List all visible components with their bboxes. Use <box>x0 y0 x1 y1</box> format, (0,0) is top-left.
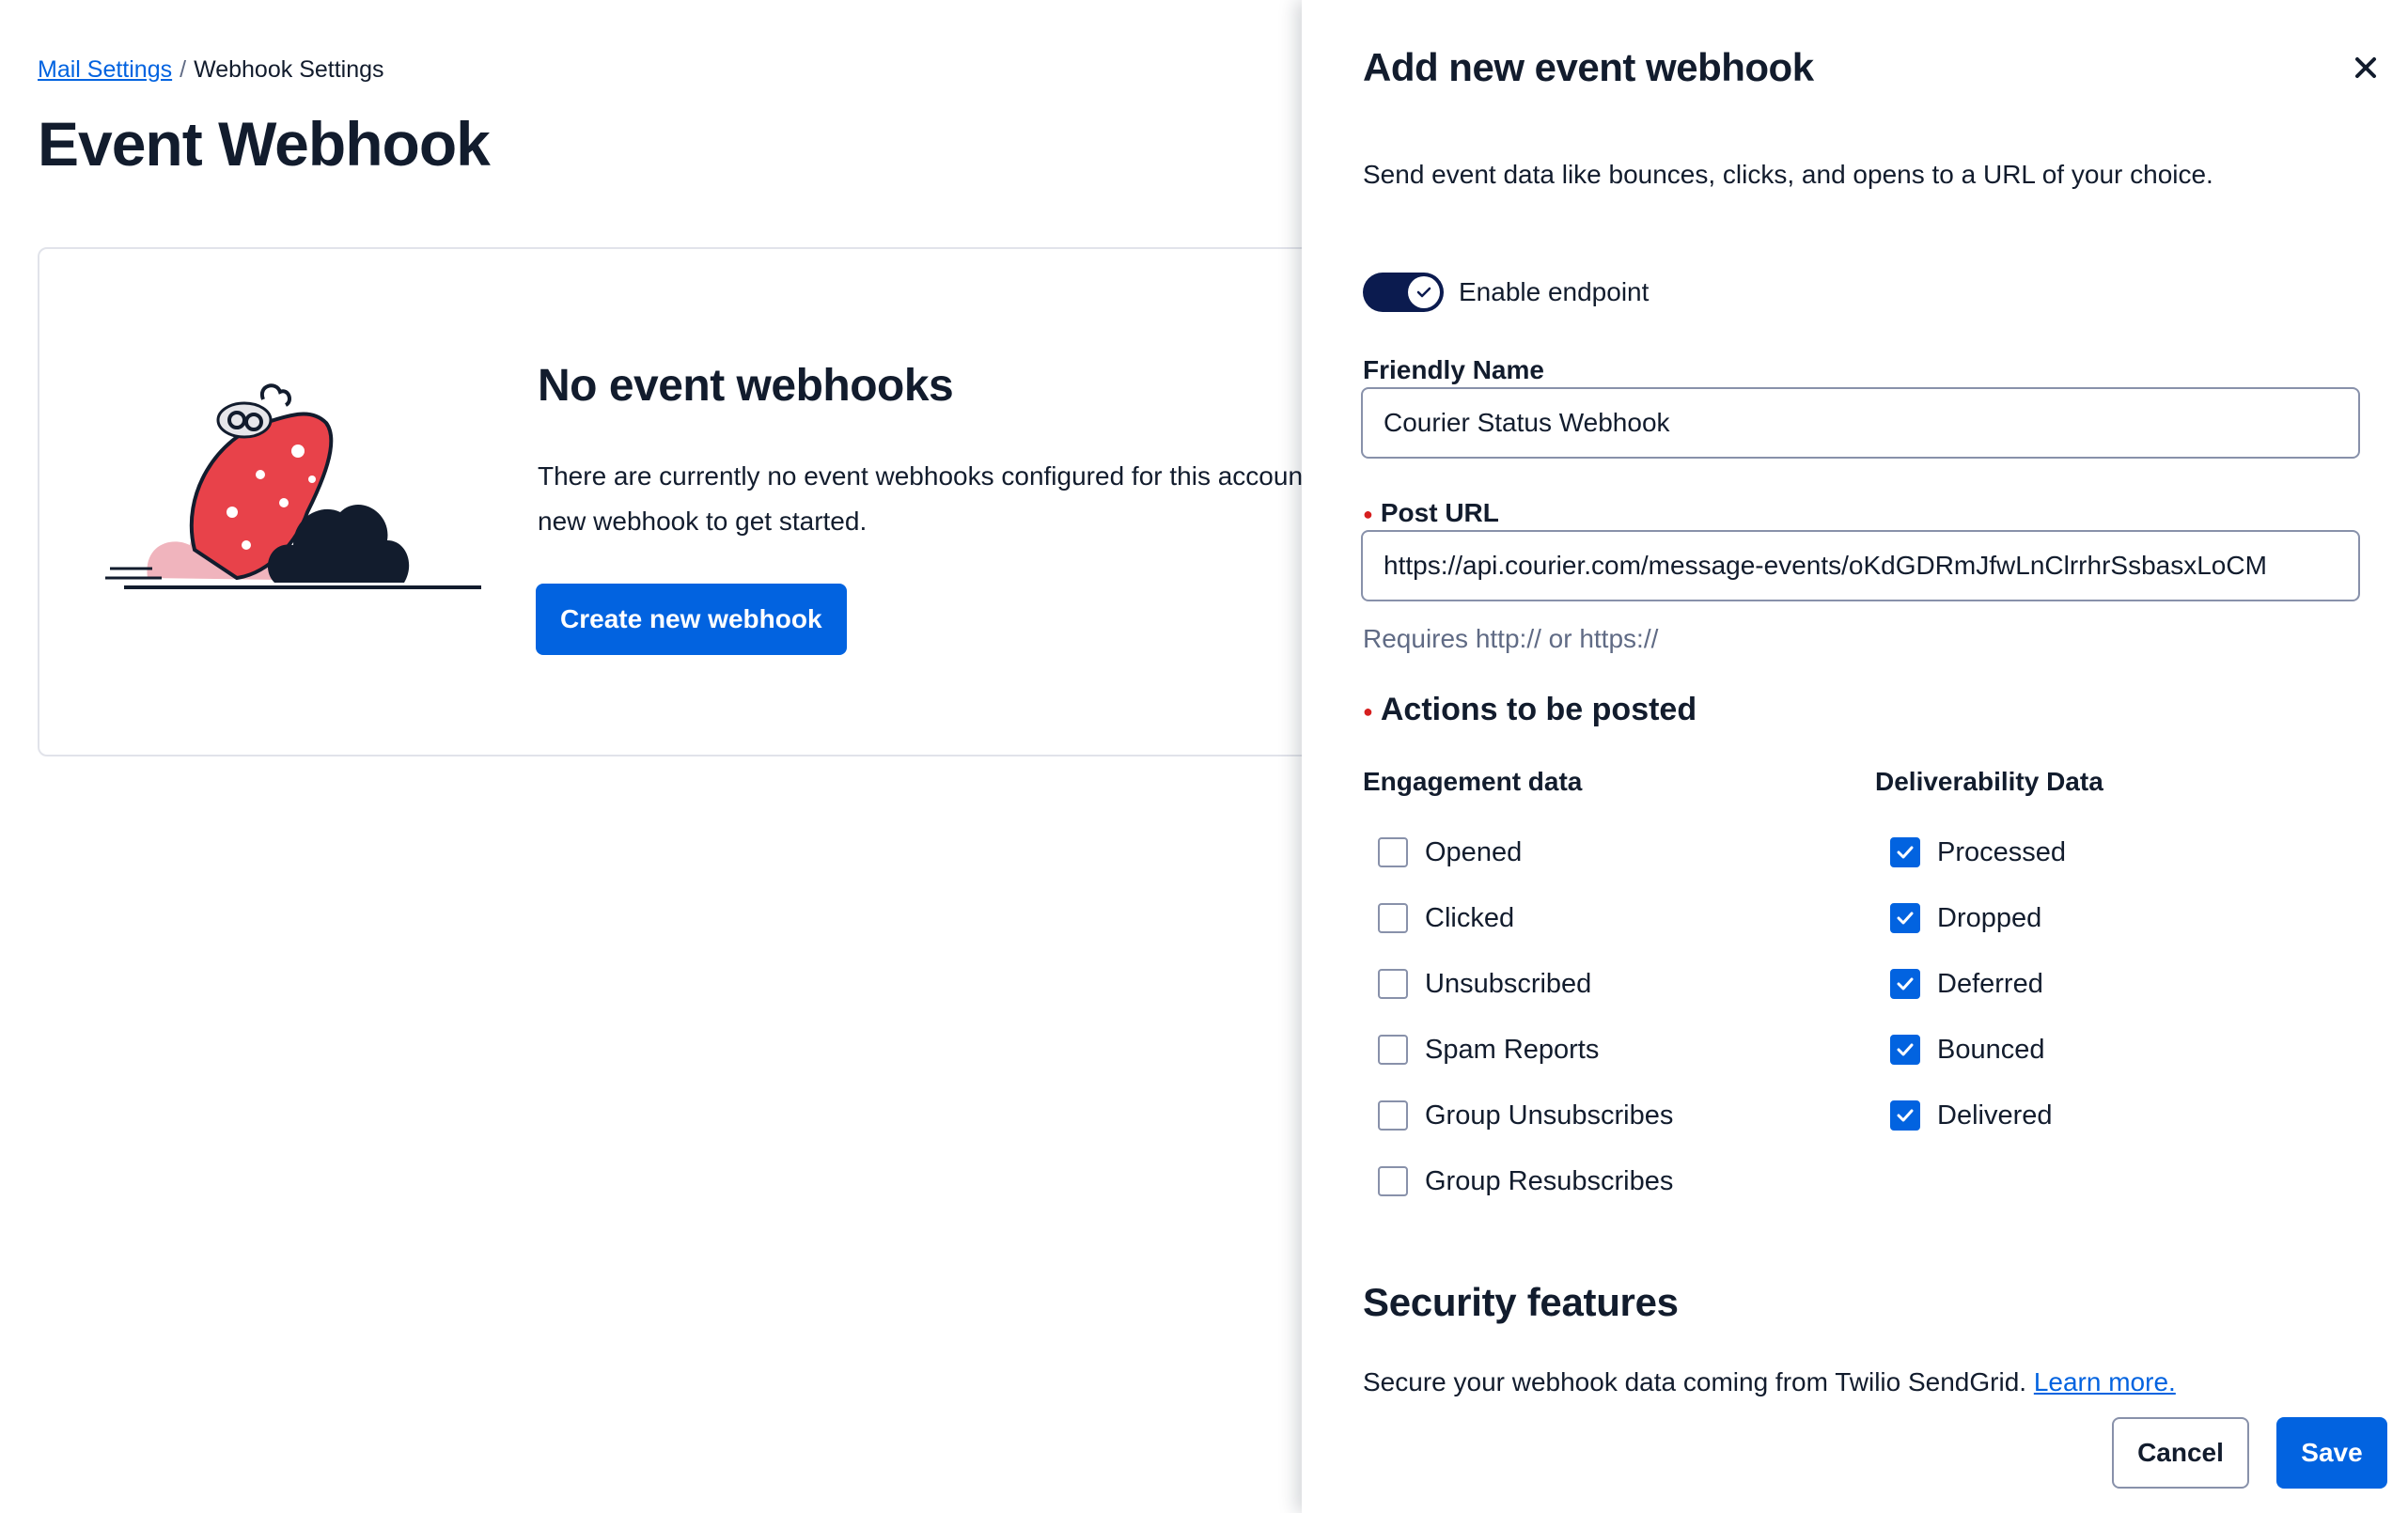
actions-heading-text: Actions to be posted <box>1380 692 1697 727</box>
post-url-input[interactable] <box>1361 530 2360 601</box>
checkbox-label: Group Resubscribes <box>1425 1165 1674 1196</box>
checkbox-row-processed[interactable]: Processed <box>1890 819 2066 885</box>
checkbox-row-dropped[interactable]: Dropped <box>1890 885 2066 951</box>
checkbox-row-deferred[interactable]: Deferred <box>1890 951 2066 1017</box>
security-description: Secure your webhook data coming from Twi… <box>1363 1367 2027 1396</box>
checkbox[interactable] <box>1378 969 1408 999</box>
breadcrumb: Mail Settings / Webhook Settings <box>38 56 384 84</box>
drawer-description: Send event data like bounces, clicks, an… <box>1363 160 2213 189</box>
checkbox-row-opened[interactable]: Opened <box>1378 819 1673 885</box>
checkbox[interactable] <box>1378 1100 1408 1131</box>
post-url-help-text: Requires http:// or https:// <box>1363 624 1659 653</box>
drawer-title: Add new event webhook <box>1363 45 1814 89</box>
post-url-label-text: Post URL <box>1380 498 1499 527</box>
cancel-button[interactable]: Cancel <box>2112 1417 2249 1489</box>
checkbox[interactable] <box>1890 903 1920 933</box>
required-indicator: ● <box>1363 701 1373 721</box>
enable-endpoint-row: Enable endpoint <box>1363 273 1649 312</box>
checkbox-label: Dropped <box>1937 902 2042 933</box>
checkbox-row-delivered[interactable]: Delivered <box>1890 1083 2066 1148</box>
actions-heading: ● Actions to be posted <box>1363 692 1697 728</box>
empty-state-card: No event webhooks There are currently no… <box>38 247 1447 756</box>
check-icon <box>1897 912 1914 925</box>
checkbox[interactable] <box>1890 969 1920 999</box>
checkbox[interactable] <box>1378 903 1408 933</box>
friendly-name-label: Friendly Name <box>1363 355 1544 384</box>
deliverability-data-heading: Deliverability Data <box>1875 767 2103 796</box>
checkbox-label: Bounced <box>1937 1034 2045 1065</box>
checkbox-label: Delivered <box>1937 1100 2053 1131</box>
enable-endpoint-toggle[interactable] <box>1363 273 1444 312</box>
check-icon <box>1897 1043 1914 1056</box>
post-url-label: ● Post URL <box>1363 498 1499 528</box>
checkbox[interactable] <box>1890 1035 1920 1065</box>
checkbox-label: Clicked <box>1425 902 1515 933</box>
deliverability-checkbox-list: Processed Dropped Deferred Bounced Deliv… <box>1890 819 2066 1148</box>
checkbox-row-spam-reports[interactable]: Spam Reports <box>1378 1017 1673 1083</box>
friendly-name-input[interactable] <box>1361 387 2360 459</box>
checkbox-label: Deferred <box>1937 968 2043 999</box>
engagement-data-heading: Engagement data <box>1363 767 1583 796</box>
check-icon <box>1897 846 1914 859</box>
save-button[interactable]: Save <box>2276 1417 2387 1489</box>
breadcrumb-separator: / <box>180 56 187 83</box>
checkbox[interactable] <box>1378 1166 1408 1196</box>
checkbox-row-group-resubscribes[interactable]: Group Resubscribes <box>1378 1148 1673 1214</box>
check-icon <box>1897 977 1914 990</box>
check-icon <box>1897 1109 1914 1122</box>
checkbox-row-clicked[interactable]: Clicked <box>1378 885 1673 951</box>
checkbox[interactable] <box>1890 837 1920 867</box>
checkbox-row-group-unsubscribes[interactable]: Group Unsubscribes <box>1378 1083 1673 1148</box>
checkbox-row-bounced[interactable]: Bounced <box>1890 1017 2066 1083</box>
breadcrumb-link-mail-settings[interactable]: Mail Settings <box>38 56 172 83</box>
toggle-knob <box>1408 276 1440 308</box>
page-title: Event Webhook <box>38 109 491 179</box>
create-webhook-button[interactable]: Create new webhook <box>536 584 847 655</box>
close-button[interactable] <box>2345 47 2386 88</box>
checkbox[interactable] <box>1890 1100 1920 1131</box>
check-icon <box>1416 287 1431 298</box>
breadcrumb-current: Webhook Settings <box>194 56 384 83</box>
learn-more-link[interactable]: Learn more. <box>2034 1367 2176 1396</box>
security-features-text: Secure your webhook data coming from Twi… <box>1363 1367 2176 1397</box>
checkbox-label: Opened <box>1425 836 1523 867</box>
checkbox-label: Unsubscribed <box>1425 968 1592 999</box>
checkbox[interactable] <box>1378 837 1408 867</box>
checkbox-row-unsubscribed[interactable]: Unsubscribed <box>1378 951 1673 1017</box>
checkbox[interactable] <box>1378 1035 1408 1065</box>
empty-state-illustration <box>105 383 481 589</box>
checkbox-label: Processed <box>1937 836 2067 867</box>
add-webhook-drawer: Add new event webhook Send event data li… <box>1302 0 2408 1513</box>
empty-state-title: No event webhooks <box>538 361 954 411</box>
checkbox-label: Group Unsubscribes <box>1425 1100 1674 1131</box>
close-icon <box>2355 57 2376 78</box>
enable-endpoint-label: Enable endpoint <box>1459 277 1650 306</box>
security-features-heading: Security features <box>1363 1280 1679 1324</box>
engagement-checkbox-list: Opened Clicked Unsubscribed Spam Reports… <box>1378 819 1673 1214</box>
required-indicator: ● <box>1363 505 1373 524</box>
checkbox-label: Spam Reports <box>1425 1034 1600 1065</box>
